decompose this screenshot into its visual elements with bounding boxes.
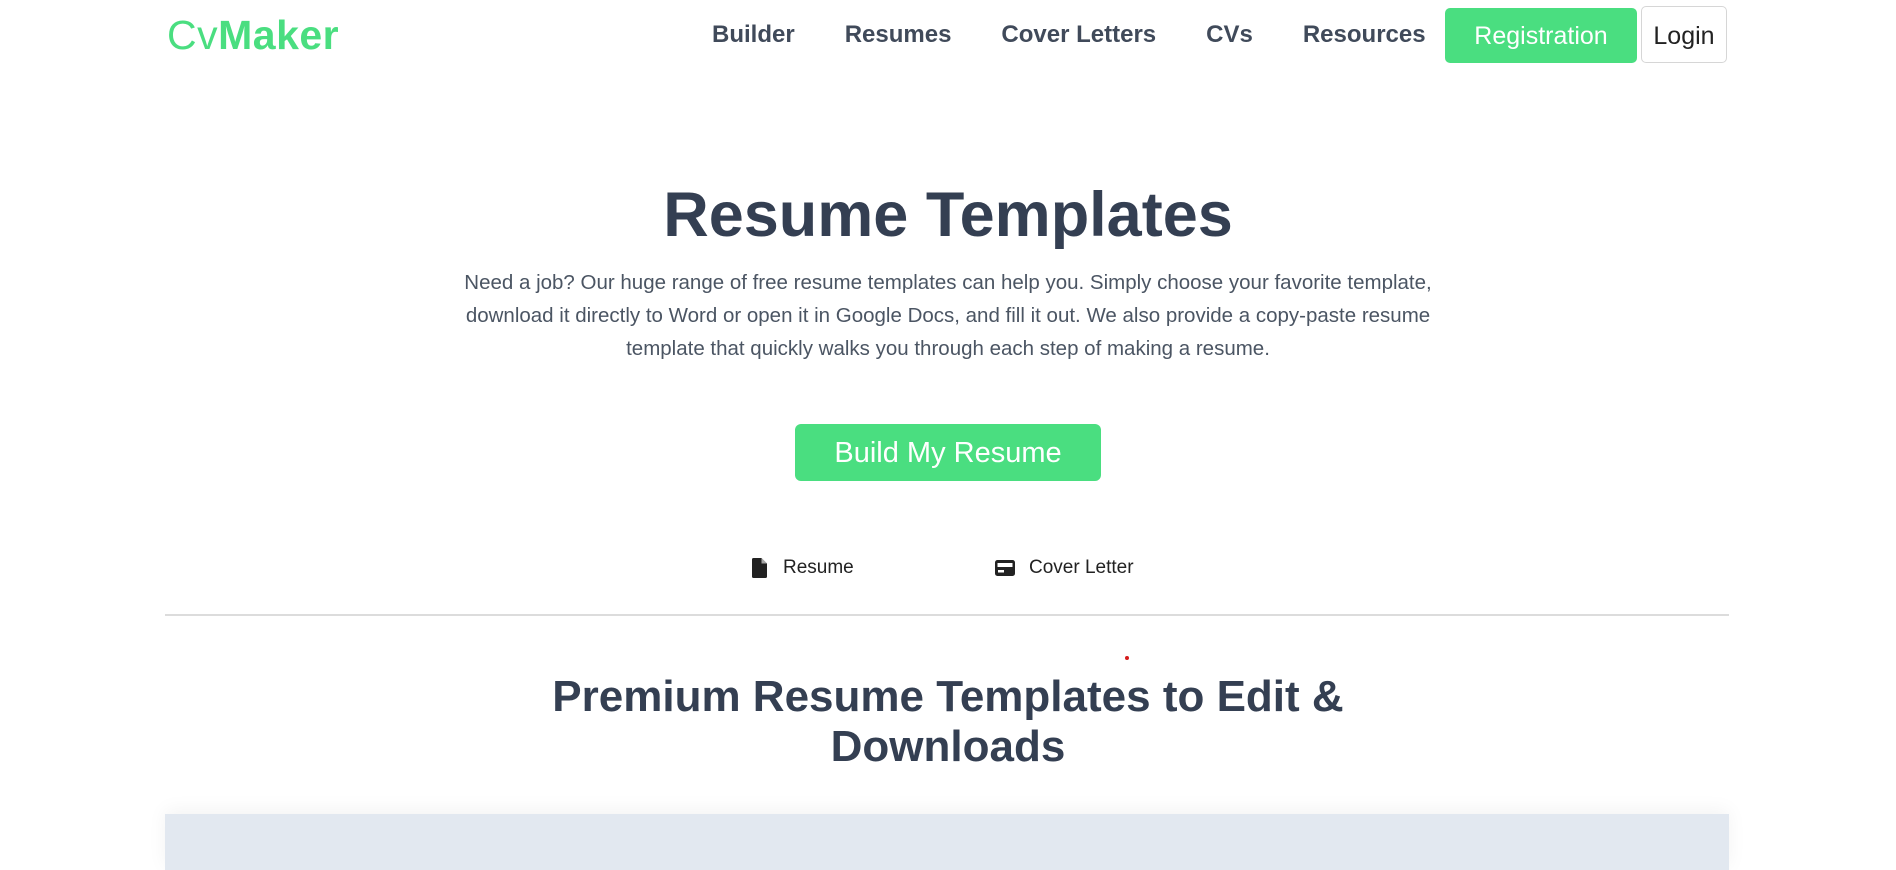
template-gallery [165,814,1729,870]
page-title: Resume Templates [663,180,1233,250]
tab-resume[interactable]: Resume [749,556,854,580]
card-icon [995,558,1015,578]
nav-cover-letters[interactable]: Cover Letters [1001,18,1156,52]
tab-cover-letter[interactable]: Cover Letter [995,556,1134,580]
section-title: Premium Resume Templates to Edit & Downl… [552,672,1344,771]
registration-button[interactable]: Registration [1445,8,1637,63]
cursor-dot [1125,656,1129,660]
logo-text-cv: Cv [167,12,219,58]
nav-resources[interactable]: Resources [1303,18,1426,52]
page: CvMaker Builder Resumes Cover Letters CV… [0,0,1896,870]
main-nav: Builder Resumes Cover Letters CVs Resour… [712,18,1476,52]
build-my-resume-button[interactable]: Build My Resume [795,424,1101,481]
template-tabs: Resume Cover Letter [165,548,1729,616]
logo[interactable]: CvMaker [167,10,339,60]
tab-resume-label: Resume [783,557,854,578]
logo-text-maker: Maker [218,12,340,58]
nav-cvs[interactable]: CVs [1206,18,1253,52]
site-header: CvMaker Builder Resumes Cover Letters CV… [165,0,1729,72]
login-button[interactable]: Login [1641,6,1727,63]
nav-resumes[interactable]: Resumes [845,18,952,52]
nav-builder[interactable]: Builder [712,18,795,52]
document-icon [749,558,769,578]
tab-cover-letter-label: Cover Letter [1029,557,1134,578]
hero-description: Need a job? Our huge range of free resum… [464,271,1432,360]
